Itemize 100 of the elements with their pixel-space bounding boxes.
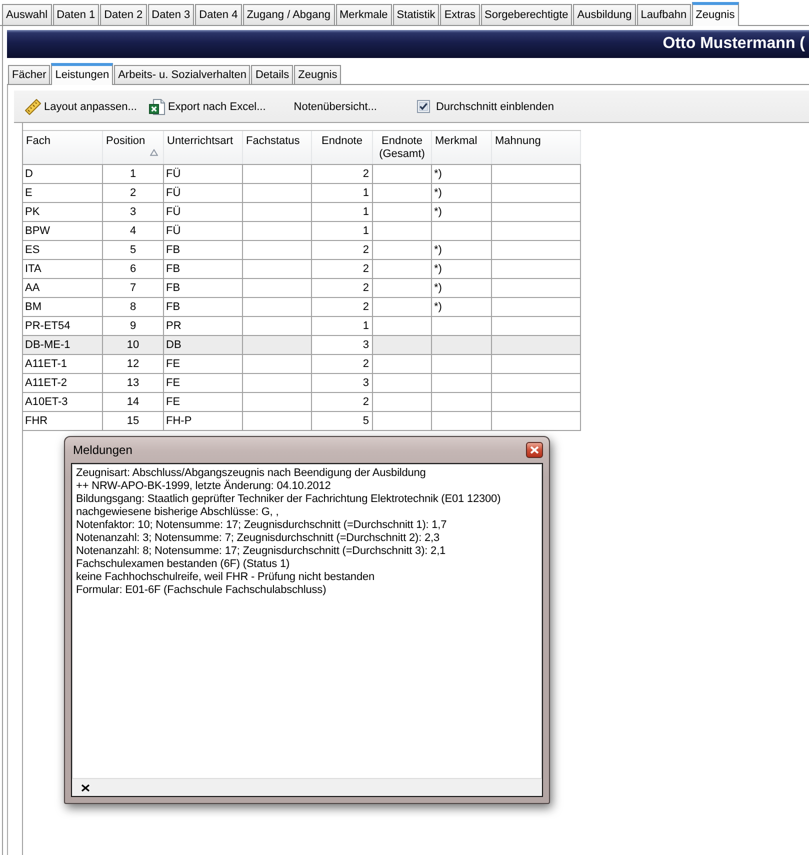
- tab[interactable]: Auswahl: [2, 4, 52, 25]
- table-row[interactable]: DB-ME-1 10 DB 3: [23, 336, 581, 355]
- tab[interactable]: Daten 1: [52, 4, 100, 25]
- column-header[interactable]: Fachstatus: [243, 131, 312, 164]
- grade-overview-button[interactable]: Notenübersicht...: [292, 98, 379, 114]
- table-row[interactable]: A11ET-1 12 FE 2: [23, 355, 581, 374]
- message-line: Bildungsgang: Staatlich geprüfter Techniker der Fachrichtung Elektrotechnik (E01 12300): [76, 493, 502, 506]
- table-cell: 2: [312, 241, 373, 260]
- table-row[interactable]: ITA 6 FB 2 *): [23, 260, 581, 279]
- table-cell: 8: [103, 298, 164, 317]
- table-cell: FE: [164, 355, 243, 374]
- table-cell: FB: [164, 279, 243, 298]
- tab[interactable]: Leistungen: [51, 63, 114, 85]
- table-cell: 1: [312, 184, 373, 203]
- close-button[interactable]: [526, 442, 543, 458]
- table-cell: D: [23, 165, 103, 184]
- column-header[interactable]: Fach: [23, 131, 103, 164]
- show-average-checkbox[interactable]: Durchschnitt einblenden: [414, 98, 556, 115]
- tab[interactable]: Details: [251, 65, 294, 84]
- spreadsheet-icon: [148, 98, 165, 114]
- table-row[interactable]: BPW 4 FÜ 1: [23, 222, 581, 241]
- tab[interactable]: Merkmale: [336, 4, 392, 25]
- table-cell: 13: [103, 374, 164, 393]
- table-cell: 5: [103, 241, 164, 260]
- table-cell: FÜ: [164, 222, 243, 241]
- table-cell: *): [432, 260, 492, 279]
- export-button[interactable]: Export nach Excel...: [146, 96, 268, 116]
- tab[interactable]: Arbeits- u. Sozialverhalten: [114, 65, 250, 84]
- table-cell: FHR: [23, 412, 103, 431]
- table-row[interactable]: E 2 FÜ 1 *): [23, 184, 581, 203]
- table-cell: FE: [164, 393, 243, 412]
- tab[interactable]: Daten 3: [148, 4, 194, 25]
- dialog-title: Meldungen: [72, 443, 132, 457]
- checkbox-icon[interactable]: [416, 100, 430, 113]
- layout-button[interactable]: Layout anpassen...: [23, 96, 139, 116]
- table-cell: ITA: [23, 260, 103, 279]
- message-line: Notenfaktor: 10; Notensumme: 17; Zeugnisdurchschnitt (=Durchschnitt 1): 1,7: [76, 519, 448, 532]
- tab[interactable]: Ausbildung: [573, 4, 636, 25]
- column-header[interactable]: Unterrichtsart: [164, 131, 243, 164]
- tab[interactable]: Zeugnis: [692, 2, 739, 26]
- table-cell: 3: [312, 374, 373, 393]
- table-cell: 15: [103, 412, 164, 431]
- table-cell: 3: [103, 203, 164, 222]
- table-cell: FÜ: [164, 184, 243, 203]
- table-cell: FB: [164, 298, 243, 317]
- table-cell: 2: [312, 165, 373, 184]
- table-cell: 2: [312, 279, 373, 298]
- ruler-icon: [25, 98, 41, 114]
- tab[interactable]: Extras: [440, 4, 480, 25]
- column-header[interactable]: Merkmal: [432, 131, 492, 164]
- table-row[interactable]: A10ET-3 14 FE 2: [23, 393, 581, 412]
- table-cell: A10ET-3: [23, 393, 103, 412]
- column-header[interactable]: Endnote (Gesamt): [373, 131, 432, 164]
- tab[interactable]: Zugang / Abgang: [242, 4, 334, 25]
- table-cell: A11ET-1: [23, 355, 103, 374]
- table-cell: 1: [312, 222, 373, 241]
- table-cell: 12: [103, 355, 164, 374]
- table-row[interactable]: FHR 15 FH-P 5: [23, 412, 581, 431]
- table-row[interactable]: PK 3 FÜ 1 *): [23, 203, 581, 222]
- table-row[interactable]: AA 7 FB 2 *): [23, 279, 581, 298]
- table-row[interactable]: BM 8 FB 2 *): [23, 298, 581, 317]
- message-line: Fachschulexamen bestanden (6F) (Status 1): [76, 558, 291, 571]
- tab[interactable]: Daten 2: [100, 4, 147, 25]
- tab[interactable]: Laufbahn: [636, 4, 691, 25]
- close-icon[interactable]: [81, 784, 90, 792]
- tab[interactable]: Daten 4: [195, 4, 242, 25]
- column-header[interactable]: Endnote: [312, 131, 373, 164]
- table-cell: AA: [23, 279, 103, 298]
- table-cell: 6: [103, 260, 164, 279]
- table-cell: BM: [23, 298, 103, 317]
- message-line: nachgewiesene bisherige Abschlüsse: G, ,: [76, 506, 280, 519]
- table-cell: *): [432, 184, 492, 203]
- table-cell: FÜ: [164, 165, 243, 184]
- table-cell: 2: [312, 393, 373, 412]
- tab[interactable]: Zeugnis: [294, 65, 342, 84]
- table-cell: *): [432, 279, 492, 298]
- table-cell: 2: [312, 298, 373, 317]
- column-header[interactable]: Position: [103, 131, 164, 164]
- table-row[interactable]: D 1 FÜ 2 *): [23, 165, 581, 184]
- table-cell: 2: [103, 184, 164, 203]
- table-cell: *): [432, 241, 492, 260]
- table-cell: FÜ: [164, 203, 243, 222]
- table-cell: 10: [103, 336, 164, 355]
- table-cell: 1: [312, 203, 373, 222]
- sort-arrow-icon: [150, 149, 158, 156]
- table-row[interactable]: ES 5 FB 2 *): [23, 241, 581, 260]
- table-cell: 5: [312, 412, 373, 431]
- tab[interactable]: Statistik: [392, 4, 440, 25]
- table-row[interactable]: A11ET-2 13 FE 3: [23, 374, 581, 393]
- column-header[interactable]: Mahnung: [492, 131, 581, 164]
- tab[interactable]: Sorgeberechtigte: [480, 4, 572, 25]
- table-cell: 7: [103, 279, 164, 298]
- message-line: Notenanzahl: 8; Notensumme: 17; Zeugnisdurchschnitt (=Durchschnitt 3): 2,1: [76, 545, 447, 558]
- table-cell: *): [432, 298, 492, 317]
- tab[interactable]: Fächer: [8, 65, 50, 84]
- table-cell: E: [23, 184, 103, 203]
- table-cell: 2: [312, 355, 373, 374]
- table-cell: 2: [312, 260, 373, 279]
- table-cell: FH-P: [164, 412, 243, 431]
- student-name: Otto Mustermann (: [662, 35, 805, 53]
